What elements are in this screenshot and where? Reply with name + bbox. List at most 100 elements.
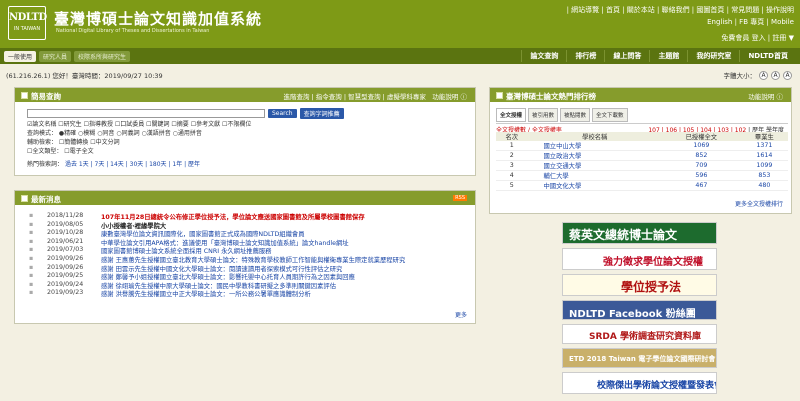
ndltd-logo[interactable]: NDLTD IN TAIWAN xyxy=(8,6,47,40)
tab-view-count[interactable]: 被點閱數 xyxy=(560,108,591,122)
bullet-icon: ▪ xyxy=(29,237,34,245)
news-item[interactable]: ▪ 2019/10/28 康數臺灣學位論文資訊國際化，國家圖書館正式成為國際NDLT… xyxy=(29,229,469,238)
rank-number: 2 xyxy=(496,150,528,161)
banner-authorization-call[interactable]: 強力徵求學位論文授權 xyxy=(562,248,717,270)
news-item[interactable]: ▪ 2019/09/26 感謝 王惠蕙先生授權國立臺北教育大學碩士論文：特殊教育學校… xyxy=(29,255,469,264)
rank-row: 1 國立中山大學 1069 1371 xyxy=(496,141,788,151)
graduate-count: 1099 xyxy=(740,160,788,171)
hot-terms-periods[interactable]: 過去 1天 | 7天 | 14天 | 30天 | 180天 | 1年 | 歷年 xyxy=(65,161,200,168)
banner-etd-2018[interactable]: ETD 2018 Taiwan 電子學位論文國際研討會 xyxy=(562,348,717,368)
tab-fulltext-authorized[interactable]: 全文授權 xyxy=(496,108,527,122)
font-small-button[interactable]: A xyxy=(759,70,768,80)
banner-text: 蔡英文總統博士論文 xyxy=(569,228,678,242)
menu-thesis-search[interactable]: 論文查詢 xyxy=(521,50,566,62)
logo-text: NDLTD xyxy=(9,12,47,23)
rank-number: 5 xyxy=(496,180,528,191)
news-title-link[interactable]: 中華學位論文引用APA格式：進議使用「臺灣博碩士論文知識加值系統」論文handl… xyxy=(101,238,349,247)
banner-outstanding-thesis[interactable]: 校際傑出學術論文授權暨發表會 xyxy=(562,372,717,394)
rank-more-link[interactable]: 更多全文授權排行 xyxy=(735,199,783,208)
tab-cited-count[interactable]: 被引用數 xyxy=(528,108,559,122)
latest-news-panel: 最新消息 RSS ▪ 2018/11/28 107年11月28日總統令公布修正學位授… xyxy=(14,190,476,324)
tab-researcher[interactable]: 研究人員 xyxy=(39,51,72,62)
school-name-link[interactable]: 輔仁大學 xyxy=(527,170,662,181)
search-mode-options[interactable]: 查詢模式： ●精確 ○模糊 ○同音 ○同義詞 ○漢語拼音 ○通用拼音 xyxy=(27,128,202,137)
news-title-link[interactable]: 康數臺灣學位論文資訊國際化，國家圖書館正式成為國際NDLTD組織會員 xyxy=(101,229,305,238)
news-title-link[interactable]: 感謝 王惠蕙先生授權國立臺北教育大學碩士論文：特殊教育學校教師工作智能與權衛專業… xyxy=(101,255,405,264)
news-item[interactable]: ▪ 2019/09/24 感謝 徐翊瑜先生授權中原大學碩士論文：國民中學教科書研擬之… xyxy=(29,281,469,290)
news-item[interactable]: ▪ 2019/09/26 感謝 田雲示先生授權中國文化大學碩士論文：閱讀速讀用者探索… xyxy=(29,264,469,273)
banner-text: 強力徵求學位論文授權 xyxy=(603,257,703,268)
menu-my-lab[interactable]: 我的研究室 xyxy=(687,50,739,62)
news-title-link[interactable]: 國家圖書館博碩士論文系統全面採用 CNRI 永久網址推薦服務 xyxy=(101,246,271,255)
news-item[interactable]: ▪ 2019/07/03 國家圖書館博碩士論文系統全面採用 CNRI 永久網址推薦服… xyxy=(29,246,469,255)
news-item[interactable]: ▪ 2018/11/28 107年11月28日總統令公布修正學位授予法，學位論文應送… xyxy=(29,212,469,221)
user-type-tabs: 一般使用 研究人員 校際系所與研究生 xyxy=(4,51,131,62)
bullet-icon: ▪ xyxy=(29,280,34,288)
advanced-search-links[interactable]: 進階查詢 | 指令查詢 | 智慧型查詢 | 虛擬學科專家 功能說明 ⓘ xyxy=(283,91,467,101)
news-date: 2019/07/03 xyxy=(47,246,84,254)
assist-search-options[interactable]: 輔助檢索： ☐簡體轉換 ☐中文分詞 xyxy=(27,137,120,146)
news-item[interactable]: ▪ 2019/08/05 小小授權者‧裡緣學院大 xyxy=(29,221,469,230)
term-suggest-button[interactable]: 查詢字詞推薦 xyxy=(299,108,344,119)
search-input[interactable] xyxy=(27,109,265,118)
school-name-link[interactable]: 中國文化大學 xyxy=(527,180,662,191)
rank-row: 2 國立政治大學 852 1614 xyxy=(496,150,788,161)
search-fields-options[interactable]: ☑論文名稱 ☐研究生 ☐指導教授 ☐口試委員 ☐關鍵詞 ☐摘要 ☐參考文獻 ☐不… xyxy=(27,119,251,128)
menu-online-qa[interactable]: 線上問答 xyxy=(604,50,649,62)
news-title-link[interactable]: 感謝 徐翊瑜先生授權中原大學碩士論文：國民中學教科書研擬之多準則關鍵因素評估 xyxy=(101,281,336,290)
font-size-label: 字體大小： xyxy=(723,72,757,80)
news-item[interactable]: ▪ 2019/06/21 中華學位論文引用APA格式：進議使用「臺灣博碩士論文知識加… xyxy=(29,238,469,247)
authorized-count: 467 xyxy=(661,180,741,191)
col-rank: 名次 xyxy=(496,132,528,141)
font-large-button[interactable]: A xyxy=(783,70,792,80)
search-panel-header: 簡易查詢 進階查詢 | 指令查詢 | 智慧型查詢 | 虛擬學科專家 功能說明 ⓘ xyxy=(15,88,475,102)
top-utility-links[interactable]: | 網站導覽 | 首頁 | 關於本站 | 聯絡我們 | 國圖首頁 | 常見問題 … xyxy=(544,5,794,15)
tab-general-user[interactable]: 一般使用 xyxy=(4,51,37,62)
rss-icon[interactable]: RSS xyxy=(453,195,467,201)
font-size-control: 字體大小： A A A xyxy=(723,70,792,80)
banner-facebook-fans[interactable]: NDLTD Facebook 粉絲團 xyxy=(562,300,717,320)
ip-time-status: (61.216.26.1) 您好！臺灣時間：2019/09/27 10:39 xyxy=(6,72,163,80)
panel-bullet-icon xyxy=(21,195,28,202)
banner-degree-act[interactable]: 學位授予法 xyxy=(562,274,717,296)
school-name-link[interactable]: 國立交通大學 xyxy=(527,160,662,171)
font-medium-button[interactable]: A xyxy=(771,70,780,80)
search-panel-title: 簡易查詢 xyxy=(31,92,61,101)
school-name-link[interactable]: 國立中山大學 xyxy=(527,141,662,151)
news-title-link[interactable]: 小小授權者‧裡緣學院大 xyxy=(101,221,166,230)
news-date: 2019/09/26 xyxy=(47,254,84,262)
graduate-count: 1371 xyxy=(740,141,788,151)
col-school: 學校名稱 xyxy=(527,132,662,141)
simple-search-panel: 簡易查詢 進階查詢 | 指令查詢 | 智慧型查詢 | 虛擬學科專家 功能說明 ⓘ… xyxy=(14,87,476,176)
language-links[interactable]: English | FB 專頁 | Mobile xyxy=(707,17,794,27)
login-register-links[interactable]: 免費會員 登入 | 註冊 ▼ xyxy=(721,33,794,43)
news-more-link[interactable]: 更多 xyxy=(455,310,467,319)
fulltext-type-options[interactable]: ☐全文類型： ☐電子全文 xyxy=(27,146,94,155)
news-date: 2018/11/28 xyxy=(47,212,84,219)
rank-table-header: 名次 學校名稱 已授權全文 畢業生 xyxy=(496,132,788,141)
news-item[interactable]: ▪ 2019/09/23 感謝 洪譽騰先生授權國立中正大學碩士論文：一所公務公署單應… xyxy=(29,289,469,298)
site-title[interactable]: 臺灣博碩士論文知識加值系統 xyxy=(54,8,262,29)
news-date: 2019/06/21 xyxy=(47,237,84,245)
menu-ndltd-home[interactable]: NDLTD首頁 xyxy=(739,50,796,62)
news-title-link[interactable]: 感謝 洪譽騰先生授權國立中正大學碩士論文：一所公務公署單應識體制分析 xyxy=(101,289,311,298)
banner-tsai-thesis[interactable]: 蔡英文總統博士論文 xyxy=(562,222,717,244)
news-title-link[interactable]: 感謝 鄭馨予小姐授權國立臺北大學碩士論文：影響托嬰中心托育人員期許行為之因素與回… xyxy=(101,272,355,281)
col-authorized: 已授權全文 xyxy=(661,132,741,141)
banner-srda[interactable]: SRDA 學術調查研究資料庫 xyxy=(562,324,717,344)
authorized-count: 852 xyxy=(661,150,741,161)
rank-help-link[interactable]: 功能說明 ⓘ xyxy=(748,91,783,101)
menu-rankings[interactable]: 排行榜 xyxy=(566,50,604,62)
tab-download-count[interactable]: 全文下載數 xyxy=(592,108,628,122)
news-title-link[interactable]: 感謝 田雲示先生授權中國文化大學碩士論文：閱讀速讀用者探索模式可行性評估之研究 xyxy=(101,264,342,273)
main-menu: 論文查詢 排行榜 線上問答 主題館 我的研究室 NDLTD首頁 xyxy=(521,50,796,62)
news-item[interactable]: ▪ 2019/09/25 感謝 鄭馨予小姐授權國立臺北大學碩士論文：影響托嬰中心托育… xyxy=(29,272,469,281)
search-button[interactable]: Search xyxy=(268,109,297,118)
rank-number: 1 xyxy=(496,141,528,151)
school-name-link[interactable]: 國立政治大學 xyxy=(527,150,662,161)
authorized-count: 709 xyxy=(661,160,741,171)
tab-school-dept[interactable]: 校際系所與研究生 xyxy=(74,51,131,62)
news-title-link[interactable]: 107年11月28日總統令公布修正學位授予法，學位論文應送國家圖書館及所屬學校圖… xyxy=(101,212,365,221)
bullet-icon: ▪ xyxy=(29,246,34,254)
menu-topic-hall[interactable]: 主題館 xyxy=(649,50,687,62)
